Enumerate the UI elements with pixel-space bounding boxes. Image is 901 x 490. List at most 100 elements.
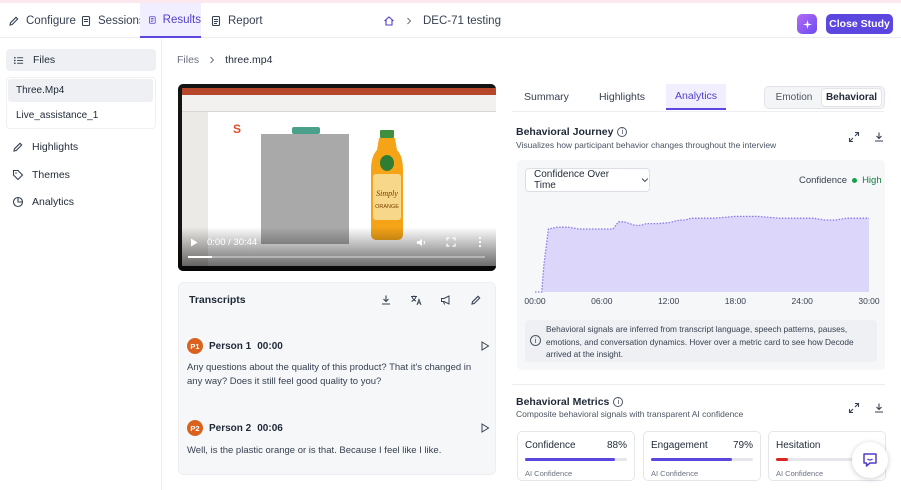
close-study-button[interactable]: Close Study (826, 14, 893, 34)
document-icon (81, 15, 91, 26)
journey-subtitle: Visualizes how participant behavior chan… (516, 140, 777, 150)
play-segment-icon[interactable] (480, 423, 490, 433)
speaker-name: Person 1 (209, 340, 252, 352)
video-time: 0:00 / 30:44 (207, 237, 258, 248)
sidebar-item-highlights[interactable]: Highlights (12, 138, 78, 156)
download-icon (382, 295, 390, 305)
metric-bar (525, 458, 627, 461)
list-icon (14, 56, 24, 64)
translate-button[interactable] (406, 290, 426, 310)
transcript-text: Well, is the plastic orange or is that. … (187, 445, 442, 456)
metric-subtext: AI Confidence (651, 469, 699, 478)
metrics-title-text: Behavioral Metrics (516, 396, 610, 408)
video-progress-bar[interactable] (188, 256, 485, 258)
svg-text:ORANGE: ORANGE (375, 204, 399, 210)
tab-summary[interactable]: Summary (515, 84, 578, 110)
volume-icon[interactable] (416, 237, 427, 248)
speaker-time[interactable]: 00:00 (257, 341, 283, 352)
presentation-ribbon (182, 88, 496, 112)
download-icon[interactable] (873, 402, 885, 414)
sidebar-item-analytics[interactable]: Analytics (12, 193, 74, 211)
video-player[interactable]: S Simply ORANGE 0:00 / 30:44 (178, 84, 496, 271)
play-icon[interactable] (190, 238, 198, 247)
study-name: DEC-71 testing (423, 14, 501, 27)
speaker-badge: P2 (187, 420, 203, 436)
download-transcript-button[interactable] (376, 290, 396, 310)
file-item-three-mp4[interactable]: Three.Mp4 (8, 79, 153, 102)
metric-bar-fill (651, 458, 732, 461)
breadcrumb-files-link[interactable]: Files (177, 54, 199, 66)
tab-results[interactable]: Results (140, 3, 201, 38)
bottle-cap (292, 127, 320, 134)
fullscreen-icon[interactable] (446, 237, 456, 247)
x-tick-label: 30:00 (858, 296, 880, 306)
report-icon (211, 15, 221, 26)
sidebar-item-label: Themes (32, 169, 70, 181)
tab-highlights[interactable]: Highlights (590, 84, 654, 110)
download-icon[interactable] (873, 131, 885, 143)
speaker-time[interactable]: 00:06 (257, 423, 283, 434)
more-options-icon[interactable] (478, 236, 482, 248)
sidebar-item-themes[interactable]: Themes (12, 166, 70, 184)
journey-title-text: Behavioral Journey (516, 126, 614, 138)
tab-label: Results (162, 13, 201, 26)
play-segment-icon[interactable] (480, 341, 490, 351)
tab-analytics[interactable]: Analytics (666, 84, 727, 110)
metric-subtext: AI Confidence (776, 469, 824, 478)
info-icon[interactable]: i (617, 127, 628, 137)
top-bar: Configure Sessions Results Report DEC-71… (0, 3, 901, 38)
mode-emotion-button[interactable]: Emotion (767, 88, 821, 107)
confidence-chart[interactable]: 00:00 06:00 12:00 18:00 24:00 30:00 (517, 200, 885, 310)
confidence-area (535, 216, 869, 292)
mode-behavioral-button[interactable]: Behavioral (821, 88, 882, 107)
info-icon[interactable]: i (613, 397, 624, 407)
metric-dropdown[interactable]: Confidence Over Time (525, 168, 650, 192)
metric-card-confidence[interactable]: Confidence 88% AI Confidence (517, 431, 635, 481)
chat-support-button[interactable] (852, 442, 888, 478)
tab-label: Sessions (98, 14, 145, 27)
tab-configure[interactable]: Configure (8, 3, 76, 38)
x-tick-label: 06:00 (591, 296, 613, 306)
file-item-live-assistance[interactable]: Live_assistance_1 (8, 104, 153, 127)
metric-value: 79% (732, 440, 753, 451)
legend-dot (852, 178, 858, 183)
info-icon: i (530, 335, 541, 346)
megaphone-icon (441, 295, 450, 305)
chevron-right-icon (407, 17, 412, 24)
metric-subtext: AI Confidence (525, 469, 573, 478)
sidebar: Files Three.Mp4 Live_assistance_1 Highli… (0, 39, 162, 490)
mode-toggle: Emotion Behavioral (764, 86, 885, 109)
transcript-text: Any questions about the quality of this … (187, 362, 472, 387)
metric-name: Engagement (651, 440, 708, 451)
video-progress-fill (188, 256, 212, 258)
metric-bar-fill (525, 458, 615, 461)
breadcrumb-current-file: three.mp4 (225, 54, 273, 66)
expand-icon[interactable] (848, 131, 860, 143)
slide-logo: S (233, 122, 242, 136)
metric-name: Hesitation (776, 440, 821, 451)
metric-card-engagement[interactable]: Engagement 79% AI Confidence (643, 431, 761, 481)
files-label: Files (33, 54, 56, 66)
expand-icon[interactable] (848, 402, 860, 414)
section-divider (512, 384, 885, 385)
metric-name: Confidence (525, 440, 576, 451)
sparkle-icon (802, 19, 812, 29)
pie-chart-icon (12, 196, 24, 208)
metrics-subtitle: Composite behavioral signals with transp… (516, 409, 744, 419)
edit-transcript-button[interactable] (466, 290, 486, 310)
ai-assistant-button[interactable] (797, 14, 817, 34)
x-tick-label: 00:00 (524, 296, 546, 306)
tab-sessions[interactable]: Sessions (80, 3, 145, 38)
chat-icon (863, 453, 877, 467)
transcripts-title: Transcripts (189, 294, 246, 306)
sidebar-item-label: Analytics (32, 196, 75, 208)
legend-label: Confidence (799, 175, 848, 186)
tab-report[interactable]: Report (210, 3, 263, 38)
home-icon[interactable] (383, 15, 395, 27)
edit-icon (471, 295, 481, 305)
speaker-badge: P1 (187, 338, 203, 354)
files-header[interactable]: Files (6, 49, 156, 71)
translate-icon (411, 295, 422, 306)
pen-icon (13, 142, 23, 152)
speaker-labels-button[interactable] (436, 290, 456, 310)
